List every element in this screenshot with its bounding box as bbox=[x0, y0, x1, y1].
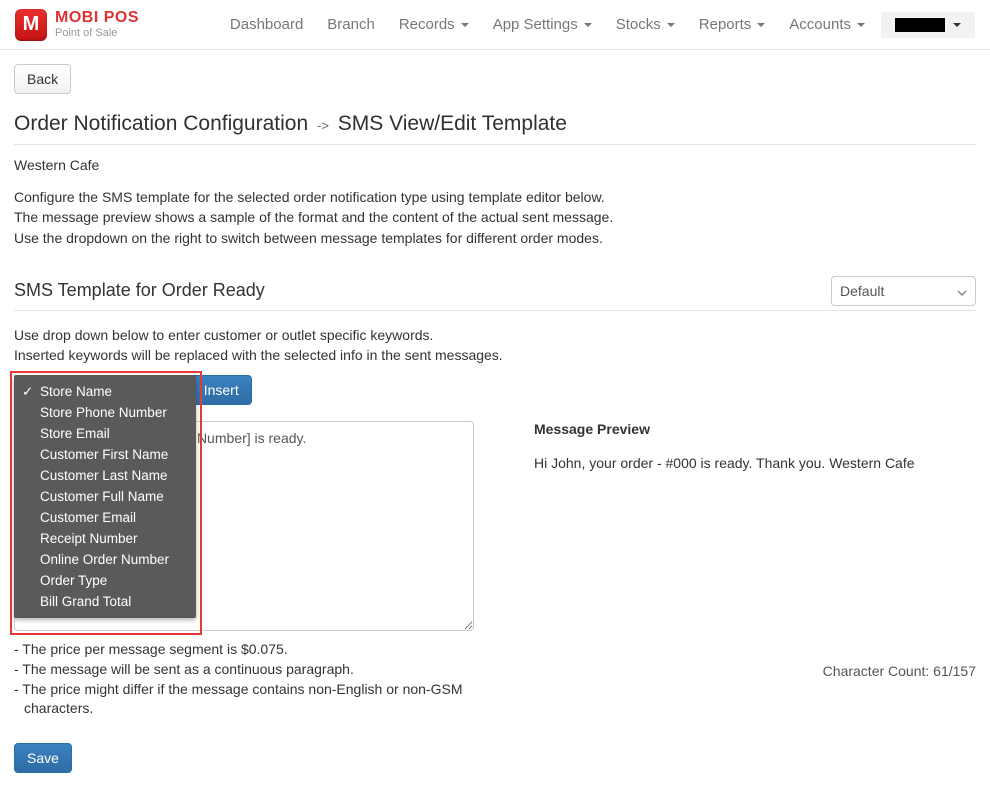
keyword-option[interactable]: Customer Last Name bbox=[14, 465, 196, 486]
caret-icon bbox=[667, 23, 675, 27]
preview-text: Hi John, your order - #000 is ready. Tha… bbox=[534, 455, 976, 471]
caret-icon bbox=[584, 23, 592, 27]
keyword-option[interactable]: Customer Full Name bbox=[14, 486, 196, 507]
save-button[interactable]: Save bbox=[14, 743, 72, 773]
keyword-option[interactable]: Receipt Number bbox=[14, 528, 196, 549]
nav-dashboard[interactable]: Dashboard bbox=[218, 1, 315, 48]
nav-links: Dashboard Branch Records App Settings St… bbox=[218, 1, 975, 48]
keyword-option[interactable]: Store Phone Number bbox=[14, 402, 196, 423]
nav-accounts[interactable]: Accounts bbox=[777, 1, 877, 48]
outlet-name: Western Cafe bbox=[14, 157, 976, 173]
preview-heading: Message Preview bbox=[534, 421, 976, 437]
brand-subtitle: Point of Sale bbox=[55, 28, 139, 39]
chevron-down-icon bbox=[957, 283, 967, 299]
brand[interactable]: M MOBI POS Point of Sale bbox=[15, 9, 139, 41]
keyword-option[interactable]: Order Type bbox=[14, 570, 196, 591]
keyword-option[interactable]: Store Name bbox=[14, 381, 196, 402]
keyword-option[interactable]: Customer First Name bbox=[14, 444, 196, 465]
account-menu[interactable] bbox=[881, 12, 975, 38]
divider bbox=[14, 144, 976, 145]
divider bbox=[14, 310, 976, 311]
keyword-option[interactable]: Store Email bbox=[14, 423, 196, 444]
caret-icon bbox=[461, 23, 469, 27]
caret-icon bbox=[757, 23, 765, 27]
keyword-option[interactable]: Customer Email bbox=[14, 507, 196, 528]
page-title: Order Notification Configuration -> SMS … bbox=[14, 112, 976, 136]
helper-text: Use drop down below to enter customer or… bbox=[14, 325, 976, 366]
nav-records[interactable]: Records bbox=[387, 1, 481, 48]
character-count: Character Count: 61/157 bbox=[534, 663, 976, 679]
back-button[interactable]: Back bbox=[14, 64, 71, 94]
nav-app-settings[interactable]: App Settings bbox=[481, 1, 604, 48]
mode-select[interactable]: Default bbox=[831, 276, 976, 306]
keyword-option[interactable]: Online Order Number bbox=[14, 549, 196, 570]
keyword-dropdown-panel: Store Name Store Phone Number Store Emai… bbox=[14, 375, 196, 618]
keyword-option[interactable]: Bill Grand Total bbox=[14, 591, 196, 612]
description: Configure the SMS template for the selec… bbox=[14, 187, 976, 248]
nav-branch[interactable]: Branch bbox=[315, 1, 387, 48]
insert-button[interactable]: Insert bbox=[191, 375, 252, 405]
account-name-redacted bbox=[895, 18, 945, 32]
logo-icon: M bbox=[15, 9, 47, 41]
navbar: M MOBI POS Point of Sale Dashboard Branc… bbox=[0, 0, 990, 50]
section-title: SMS Template for Order Ready bbox=[14, 280, 831, 301]
brand-name: MOBI POS bbox=[55, 10, 139, 26]
price-notes: - The price per message segment is $0.07… bbox=[14, 640, 474, 718]
nav-stocks[interactable]: Stocks bbox=[604, 1, 687, 48]
mode-select-value: Default bbox=[840, 283, 884, 299]
nav-reports[interactable]: Reports bbox=[687, 1, 778, 48]
caret-icon bbox=[953, 23, 961, 27]
caret-icon bbox=[857, 23, 865, 27]
